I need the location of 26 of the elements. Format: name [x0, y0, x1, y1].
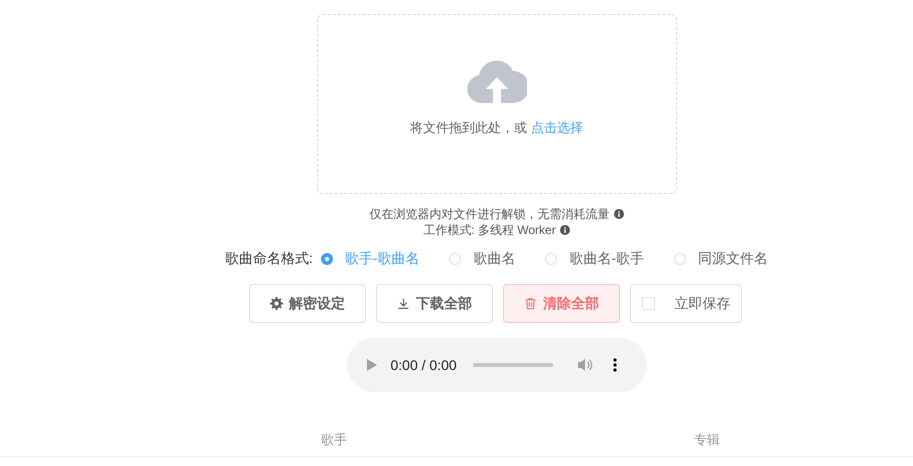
save-now-checkbox[interactable]: 立即保存: [630, 284, 742, 323]
checkbox[interactable]: [642, 297, 654, 310]
naming-format-label: 歌曲命名格式:: [224, 250, 313, 268]
column-header: 专辑: [694, 431, 720, 449]
radio-label[interactable]: 歌曲名: [473, 250, 516, 268]
info-icon[interactable]: [614, 209, 624, 219]
settings-button[interactable]: 解密设定: [249, 284, 366, 323]
cloud-upload-icon: [466, 59, 526, 103]
upload-drop-area[interactable]: 将文件拖到此处，或 点击选择: [316, 14, 676, 194]
download-all-button[interactable]: 下载全部: [376, 284, 493, 323]
upload-hint: 将文件拖到此处，或 点击选择: [410, 119, 583, 137]
column-header: 歌手: [321, 431, 347, 449]
info-note: 工作模式: 多线程 Worker: [423, 222, 556, 238]
radio-label[interactable]: 歌曲名-歌手: [569, 250, 644, 268]
radio-button[interactable]: [320, 253, 333, 265]
gear-icon: [270, 297, 283, 310]
progress-slider[interactable]: [472, 363, 553, 367]
play-icon[interactable]: [366, 359, 376, 371]
download-icon: [397, 297, 410, 310]
more-icon[interactable]: [612, 358, 617, 372]
time-display: 0:00 / 0:00: [390, 357, 457, 373]
info-note: 仅在浏览器内对文件进行解锁，无需消耗流量: [370, 206, 610, 222]
trash-icon: [524, 297, 537, 310]
volume-icon[interactable]: [576, 357, 593, 373]
radio-label[interactable]: 同源文件名: [698, 250, 768, 268]
info-icon[interactable]: [560, 225, 570, 235]
